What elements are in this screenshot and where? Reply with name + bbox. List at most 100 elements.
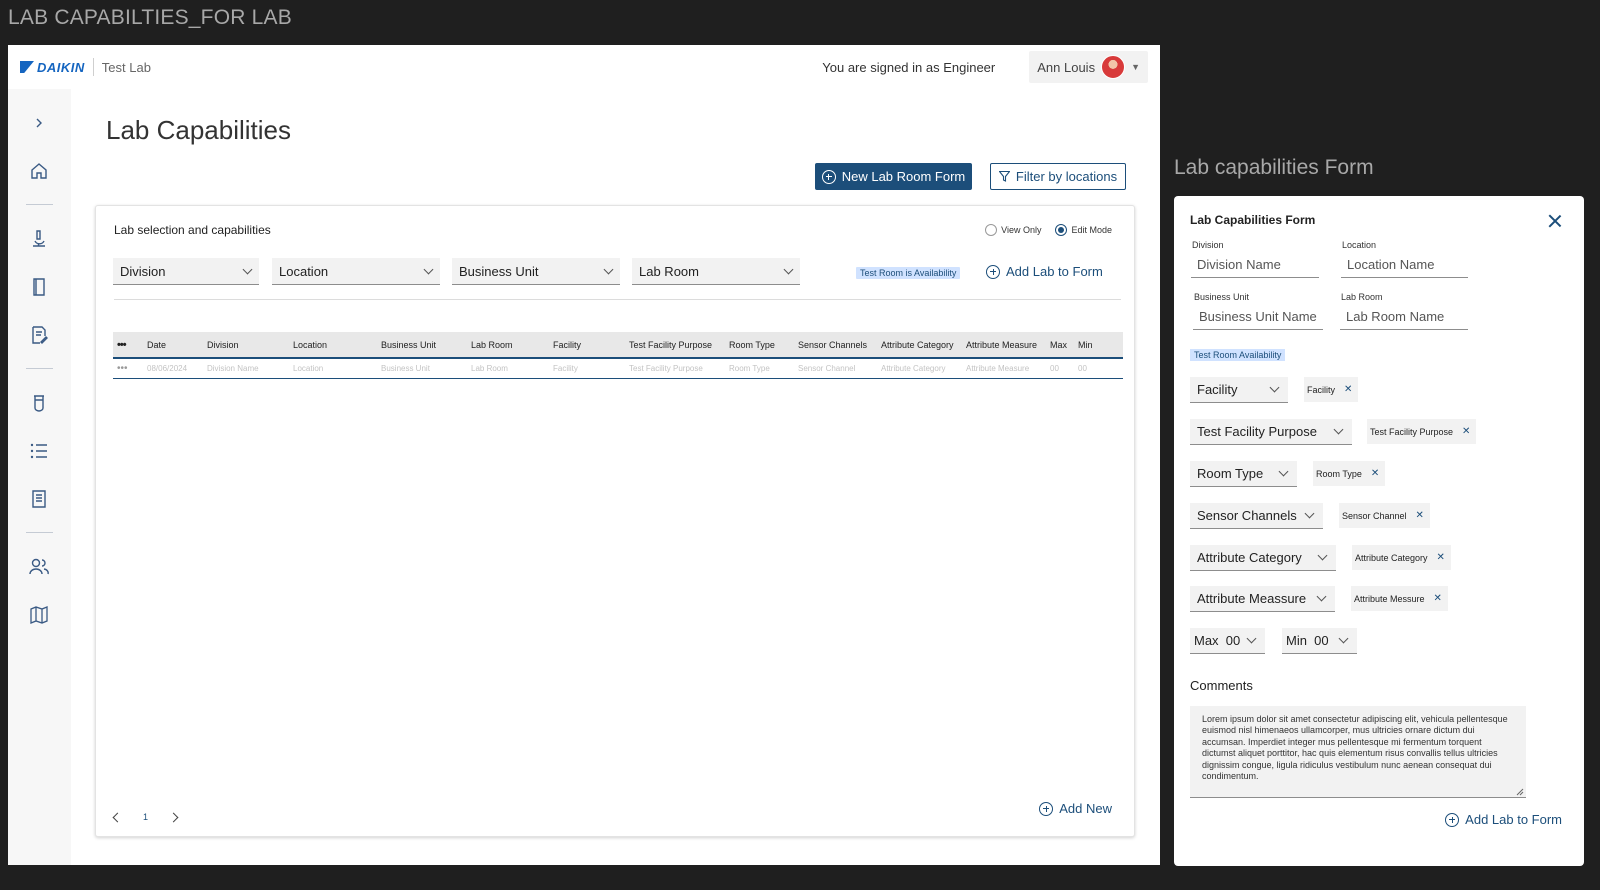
cell-test-facility-purpose: Test Facility Purpose <box>629 364 703 373</box>
col-division[interactable]: Division <box>203 340 289 350</box>
mode-toggle: View Only Edit Mode <box>985 224 1112 236</box>
form-add-lab-to-form-link[interactable]: Add Lab to Form <box>1445 812 1562 827</box>
prev-page-icon[interactable] <box>112 812 123 822</box>
users-icon <box>29 558 49 575</box>
sensor-channels-dropdown[interactable]: Sensor Channels <box>1190 503 1323 529</box>
remove-icon[interactable]: ✕ <box>1371 468 1379 479</box>
close-icon[interactable] <box>1548 214 1562 228</box>
facility-dropdown-label: Facility <box>1197 382 1238 397</box>
room-type-dropdown[interactable]: Room Type <box>1190 461 1297 487</box>
current-page[interactable]: 1 <box>143 812 148 822</box>
chevron-down-icon <box>242 264 253 274</box>
resize-handle-icon[interactable] <box>1514 786 1524 796</box>
lab-room-dropdown[interactable]: Lab Room <box>632 258 800 285</box>
location-field[interactable]: Location Name <box>1341 252 1468 278</box>
more-options-icon[interactable]: ••• <box>113 339 143 351</box>
min-dropdown-label: Min 00 <box>1286 633 1329 648</box>
col-date[interactable]: Date <box>143 340 203 350</box>
sidebar-item-tests[interactable] <box>27 391 51 415</box>
attribute-category-dropdown[interactable]: Attribute Category <box>1190 545 1336 571</box>
facility-dropdown[interactable]: Facility <box>1190 377 1288 403</box>
filter-divider <box>114 299 1121 300</box>
chevron-down-icon <box>1338 633 1349 644</box>
availability-tag: Test Room is Availability <box>856 267 961 279</box>
cell-date: 08/06/2024 <box>147 364 188 373</box>
business-unit-field[interactable]: Business Unit Name <box>1193 304 1323 330</box>
next-page-icon[interactable] <box>168 812 179 822</box>
add-lab-to-form-link[interactable]: Add Lab to Form <box>986 264 1103 279</box>
location-dropdown[interactable]: Location <box>272 258 440 285</box>
division-field[interactable]: Division Name <box>1191 252 1319 278</box>
col-sensor-channels[interactable]: Sensor Channels <box>794 340 877 350</box>
col-business-unit[interactable]: Business Unit <box>377 340 467 350</box>
chevron-down-icon <box>1269 382 1280 393</box>
sidebar-item-lab[interactable] <box>27 227 51 251</box>
max-dropdown[interactable]: Max 00 <box>1190 628 1265 654</box>
page-title: Lab Capabilities <box>106 115 292 145</box>
remove-icon[interactable]: ✕ <box>1437 552 1445 563</box>
top-bar: DAIKIN Test Lab You are signed in as Eng… <box>8 45 1160 89</box>
sidebar-item-forms[interactable] <box>27 323 51 347</box>
user-name: Ann Louis <box>1037 59 1096 75</box>
edit-mode-radio[interactable]: Edit Mode <box>1055 224 1112 236</box>
remove-icon[interactable]: ✕ <box>1434 593 1442 604</box>
chevron-down-icon <box>783 264 794 274</box>
facility-chip-label: Facility <box>1307 384 1336 395</box>
add-circle-icon <box>1445 812 1460 827</box>
attribute-measure-chip-label: Attribute Messure <box>1354 593 1425 604</box>
sidebar-divider <box>26 204 53 205</box>
comments-textarea[interactable]: Lorem ipsum dolor sit amet consectetur a… <box>1190 706 1526 798</box>
room-type-dropdown-label: Room Type <box>1197 466 1264 481</box>
brand-name: DAIKIN <box>37 59 85 75</box>
attribute-measure-dropdown[interactable]: Attribute Meassure <box>1190 586 1335 612</box>
add-new-label: Add New <box>1059 801 1112 816</box>
sidebar-item-reports[interactable] <box>27 487 51 511</box>
radio-off-icon <box>985 224 998 236</box>
division-dropdown[interactable]: Division <box>113 258 259 285</box>
table-row[interactable]: ••• 08/06/2024 Division Name Location Bu… <box>113 359 1123 379</box>
col-facility[interactable]: Facility <box>549 340 625 350</box>
view-only-radio[interactable]: View Only <box>985 224 1041 236</box>
col-attribute-measure[interactable]: Attribute Measure <box>962 340 1046 350</box>
col-room-type[interactable]: Room Type <box>725 340 794 350</box>
pagination: 1 <box>112 812 179 822</box>
avatar <box>1101 55 1126 79</box>
col-lab-room[interactable]: Lab Room <box>467 340 549 350</box>
remove-icon[interactable]: ✕ <box>1416 510 1424 521</box>
home-icon <box>31 163 47 179</box>
row-menu-icon[interactable]: ••• <box>113 363 143 374</box>
edit-mode-label: Edit Mode <box>1071 225 1112 235</box>
col-attribute-category[interactable]: Attribute Category <box>877 340 962 350</box>
col-location[interactable]: Location <box>289 340 377 350</box>
sidebar-item-users[interactable] <box>27 555 51 579</box>
lab-selection-card: Lab selection and capabilities View Only… <box>95 205 1135 837</box>
remove-icon[interactable]: ✕ <box>1462 426 1470 437</box>
sidebar-expand-button[interactable] <box>27 111 51 135</box>
min-dropdown[interactable]: Min 00 <box>1282 628 1357 654</box>
chevron-down-icon <box>603 264 614 274</box>
sidebar-item-list[interactable] <box>27 439 51 463</box>
chevron-down-icon <box>1278 466 1289 477</box>
col-test-facility-purpose[interactable]: Test Facility Purpose <box>625 340 725 350</box>
brand-logo[interactable]: DAIKIN <box>20 60 85 75</box>
new-lab-room-form-button[interactable]: New Lab Room Form <box>815 163 972 190</box>
sidebar-item-map[interactable] <box>27 603 51 627</box>
page-caption: LAB CAPABILTIES_FOR LAB <box>8 6 292 29</box>
sensor-channel-chip-label: Sensor Channel <box>1342 510 1407 521</box>
map-icon <box>30 606 48 624</box>
test-facility-purpose-dropdown[interactable]: Test Facility Purpose <box>1190 419 1352 445</box>
remove-icon[interactable]: ✕ <box>1344 384 1352 395</box>
filter-by-locations-button[interactable]: Filter by locations <box>990 163 1126 190</box>
radio-on-icon <box>1055 224 1068 236</box>
sidebar-item-home[interactable] <box>27 159 51 183</box>
col-min[interactable]: Min <box>1074 340 1100 350</box>
lab-room-label: Lab Room <box>1341 292 1383 302</box>
sidebar-item-library[interactable] <box>27 275 51 299</box>
lab-room-field[interactable]: Lab Room Name <box>1340 304 1468 330</box>
cell-min: 00 <box>1078 364 1087 373</box>
col-max[interactable]: Max <box>1046 340 1074 350</box>
user-menu[interactable]: Ann Louis ▼ <box>1029 51 1148 83</box>
chevron-down-icon <box>1317 550 1328 561</box>
add-new-link[interactable]: Add New <box>1039 801 1112 816</box>
business-unit-dropdown[interactable]: Business Unit <box>452 258 620 285</box>
